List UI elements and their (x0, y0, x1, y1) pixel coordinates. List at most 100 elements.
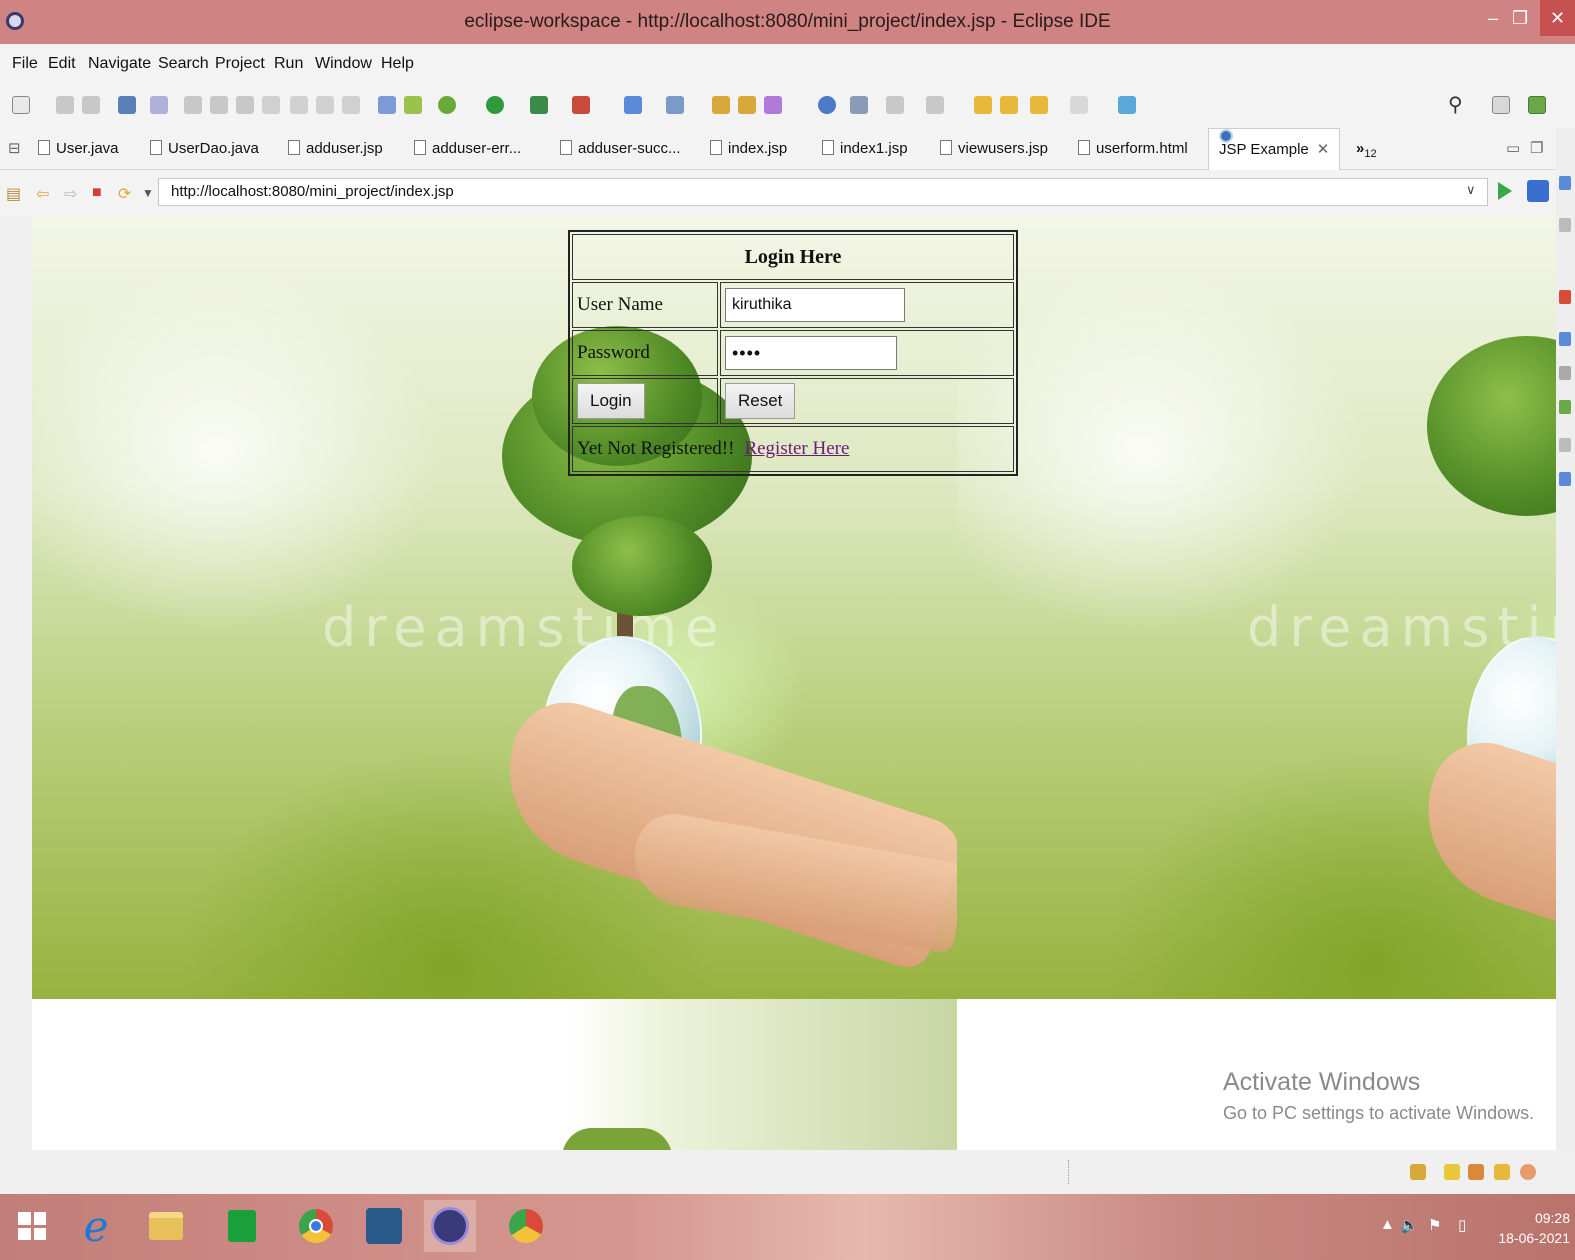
menu-help[interactable]: Help (381, 44, 414, 84)
debug-icon[interactable] (438, 96, 456, 114)
register-link[interactable]: Register Here (744, 438, 849, 459)
go-icon[interactable] (1498, 182, 1512, 200)
tab-overflow-button[interactable]: »12 (1356, 128, 1377, 170)
pin-icon[interactable] (850, 96, 868, 114)
skip-breakpoints-icon[interactable] (150, 96, 168, 114)
server-icon[interactable] (378, 96, 396, 114)
forward-arrow-icon[interactable]: ⇨ (64, 184, 77, 204)
step-over-icon[interactable] (316, 96, 334, 114)
resume-icon[interactable] (184, 96, 202, 114)
markers-icon[interactable] (1559, 290, 1571, 304)
new-server-icon[interactable] (624, 96, 642, 114)
bookmarks-icon[interactable] (1444, 1164, 1460, 1180)
disconnect-icon[interactable] (262, 96, 280, 114)
debug-view-icon[interactable] (1494, 1164, 1510, 1180)
suspend-icon[interactable] (210, 96, 228, 114)
tab-index1-jsp[interactable]: index1.jsp (822, 128, 908, 170)
search-icon[interactable]: ⚲ (1448, 92, 1463, 117)
login-button[interactable]: Login (577, 383, 645, 419)
properties-icon[interactable] (1559, 332, 1571, 346)
password-input[interactable] (725, 336, 897, 370)
java-ee-perspective-icon[interactable] (1528, 96, 1546, 114)
refresh-icon[interactable]: ⟳ (118, 184, 131, 204)
external-tools-icon[interactable] (572, 96, 590, 114)
eclipse-javaee-taskbar-icon[interactable] (424, 1200, 476, 1252)
chrome-profile-icon[interactable] (500, 1200, 552, 1252)
terminate-icon[interactable] (236, 96, 254, 114)
prev-annotation-icon[interactable] (926, 96, 944, 114)
progress-icon[interactable] (1520, 1164, 1536, 1180)
new-icon[interactable] (12, 96, 30, 114)
tab-list-icon[interactable]: ⊟ (8, 128, 21, 170)
back-icon[interactable] (1000, 96, 1018, 114)
menu-edit[interactable]: Edit (48, 44, 76, 84)
file-explorer-icon[interactable] (140, 1200, 192, 1252)
outline-view-icon[interactable] (1559, 176, 1571, 190)
open-type-icon[interactable] (712, 96, 730, 114)
run-icon[interactable] (486, 96, 504, 114)
tab-viewusers-jsp[interactable]: viewusers.jsp (940, 128, 1048, 170)
last-edit-icon[interactable] (974, 96, 992, 114)
mysql-workbench-icon[interactable] (358, 1200, 410, 1252)
forward-icon[interactable] (1070, 96, 1088, 114)
save-all-icon[interactable] (82, 96, 100, 114)
coverage-icon[interactable] (530, 96, 548, 114)
open-task-icon[interactable] (738, 96, 756, 114)
step-into-icon[interactable] (290, 96, 308, 114)
system-clock[interactable]: 09:28 18-06-2021 (1490, 1208, 1570, 1248)
open-external-browser-icon[interactable] (1527, 180, 1549, 202)
battery-icon[interactable]: ▯ (1458, 1216, 1466, 1234)
task-list-icon[interactable] (1559, 218, 1571, 232)
url-history-dropdown[interactable]: ∨ (1466, 182, 1476, 198)
refresh-dropdown-icon[interactable]: ▼ (142, 186, 154, 200)
show-hidden-icons[interactable]: ▲ (1380, 1216, 1395, 1233)
chrome-icon[interactable] (290, 1200, 342, 1252)
menu-project[interactable]: Project (215, 44, 265, 84)
url-input[interactable]: http://localhost:8080/mini_project/index… (158, 178, 1488, 206)
windows-start-icon[interactable] (18, 1212, 46, 1240)
web-services-icon[interactable] (666, 96, 684, 114)
close-tab-icon[interactable]: ✕ (1317, 141, 1330, 158)
servers-icon[interactable] (1559, 366, 1571, 380)
pin-editor-icon[interactable] (1118, 96, 1136, 114)
tab-adduser-success-jsp[interactable]: adduser-succ... (560, 128, 681, 170)
tab-userdao-java[interactable]: UserDao.java (150, 128, 259, 170)
browser-icon[interactable] (818, 96, 836, 114)
annotation-icon[interactable] (404, 96, 422, 114)
menu-navigate[interactable]: Navigate (88, 44, 151, 84)
tab-index-jsp[interactable]: index.jsp (710, 128, 787, 170)
tasks-icon[interactable] (1468, 1164, 1484, 1180)
save-icon[interactable] (56, 96, 74, 114)
maximize-button[interactable]: ❐ (1512, 8, 1528, 29)
maximize-view-icon[interactable]: ❐ (1530, 128, 1543, 170)
reset-button[interactable]: Reset (725, 383, 796, 419)
username-input[interactable] (725, 288, 905, 322)
volume-icon[interactable]: 🔈 (1400, 1216, 1419, 1234)
minimize-view-icon[interactable]: ▭ (1506, 128, 1520, 170)
tab-adduser-jsp[interactable]: adduser.jsp (288, 128, 383, 170)
open-perspective-icon[interactable] (1492, 96, 1510, 114)
tab-adduser-error-jsp[interactable]: adduser-err... (414, 128, 521, 170)
data-source-icon[interactable] (1559, 400, 1571, 414)
menu-search[interactable]: Search (158, 44, 209, 84)
snippets-icon[interactable] (1559, 438, 1571, 452)
internet-explorer-icon[interactable]: e (70, 1200, 122, 1252)
menu-file[interactable]: File (12, 44, 38, 84)
next-annotation-icon[interactable] (886, 96, 904, 114)
notification-flag-icon[interactable]: ⚑ (1428, 1216, 1441, 1234)
close-button[interactable]: ✕ (1540, 0, 1575, 36)
back-arrow-icon[interactable]: ⇦ (36, 184, 49, 204)
stop-icon[interactable]: ■ (92, 184, 102, 202)
back-history-icon[interactable] (1030, 96, 1048, 114)
trim-stack-icon[interactable] (1410, 1164, 1426, 1180)
step-return-icon[interactable] (342, 96, 360, 114)
tab-jsp-example[interactable]: JSP Example ✕ (1208, 128, 1341, 170)
tab-userform-html[interactable]: userform.html (1078, 128, 1188, 170)
store-icon[interactable] (216, 1200, 268, 1252)
tab-user-java[interactable]: User.java (38, 128, 119, 170)
paste-icon[interactable]: ▤ (6, 184, 21, 204)
menu-window[interactable]: Window (315, 44, 372, 84)
menu-run[interactable]: Run (274, 44, 303, 84)
minimize-button[interactable]: – (1488, 8, 1498, 29)
console-icon[interactable] (118, 96, 136, 114)
